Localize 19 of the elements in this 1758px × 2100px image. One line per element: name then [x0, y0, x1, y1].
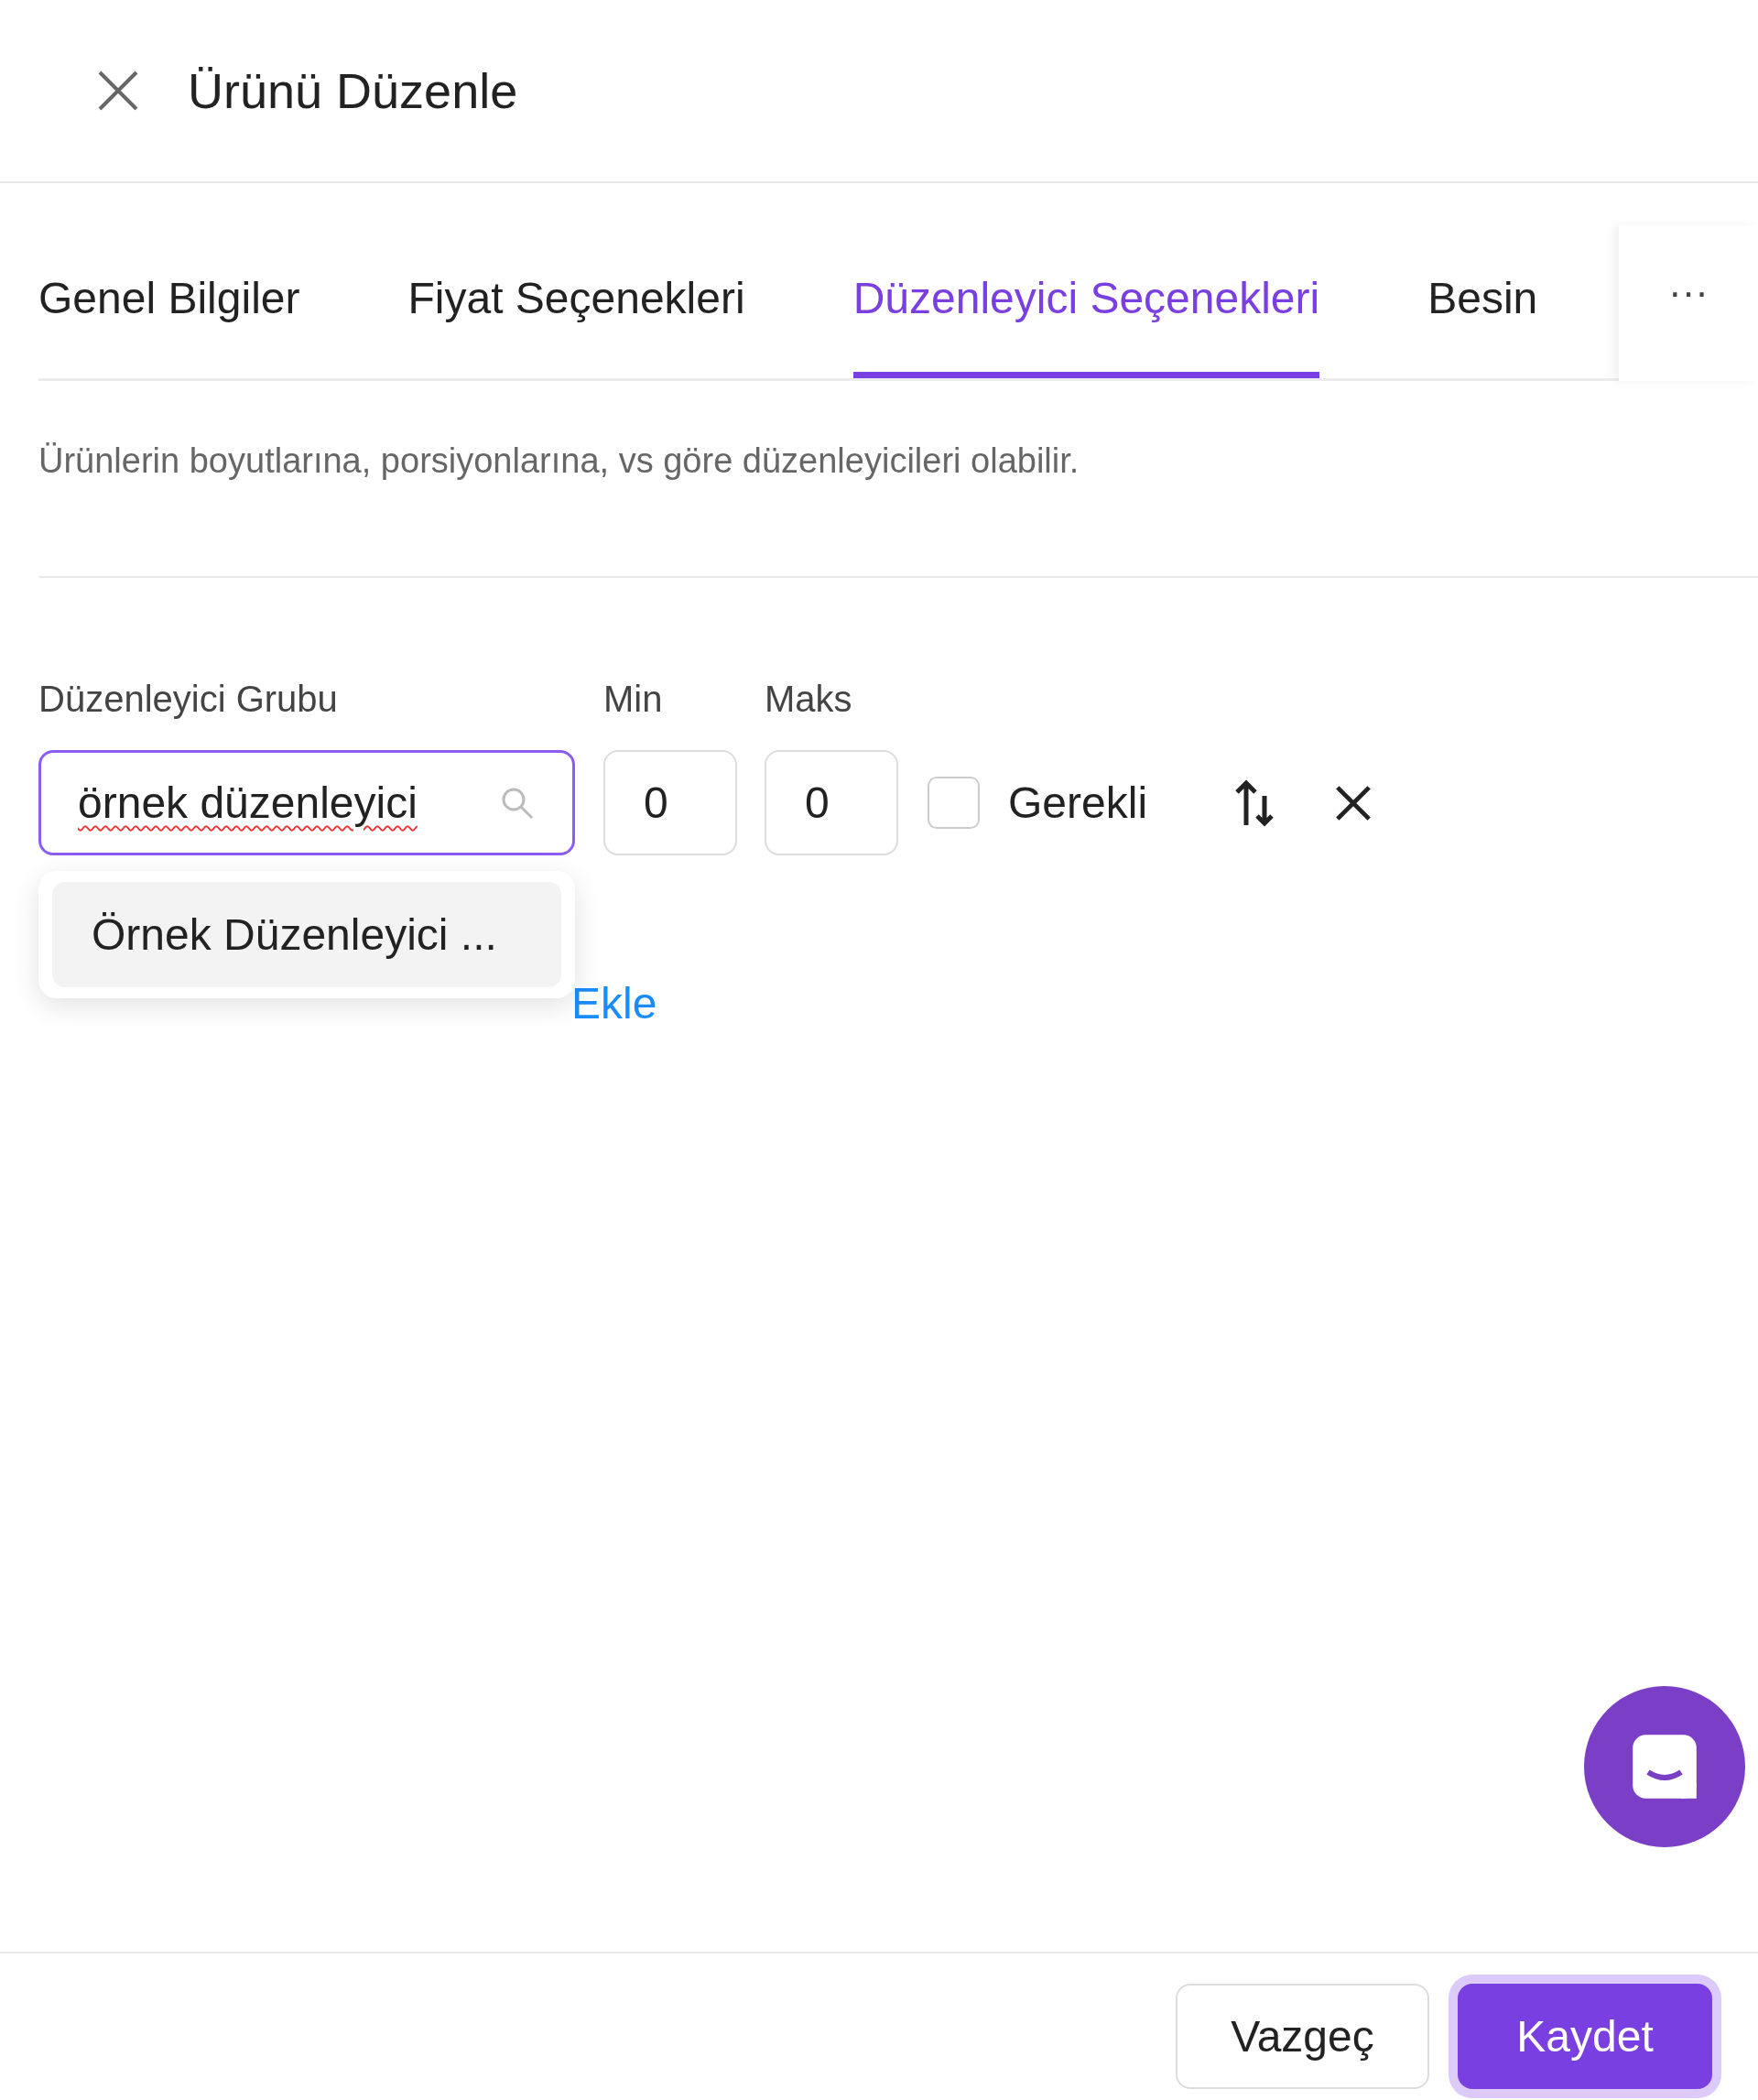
page-title: Ürünü Düzenle	[188, 62, 518, 119]
tab[interactable]: Fiyat Seçenekleri	[407, 225, 745, 378]
min-input[interactable]: 0	[603, 750, 737, 855]
required-checkbox[interactable]	[928, 777, 980, 829]
tab[interactable]: Düzenleyici Seçenekleri	[852, 225, 1320, 378]
required-label: Gerekli	[1008, 778, 1149, 828]
close-icon[interactable]	[96, 69, 140, 113]
tab[interactable]: Besin	[1427, 225, 1538, 378]
description: Ürünlerin boyutlarına, porsiyonlarına, vs göre düzenleyicileri olabilir.	[38, 441, 1080, 481]
field-label: Düzenleyici Grubu	[38, 679, 339, 720]
field-label: Min	[603, 679, 664, 720]
cancel-button[interactable]: Vazgeç	[1176, 1983, 1429, 2089]
dropdown-option[interactable]: Örnek Düzenleyici ...	[52, 882, 561, 987]
field-label: Maks	[765, 679, 852, 720]
more-tabs-button[interactable]: ···	[1668, 269, 1709, 324]
remove-icon[interactable]	[1334, 783, 1373, 822]
max-input[interactable]: 0	[765, 750, 898, 855]
search-field[interactable]: örnek düzenleyici	[38, 750, 575, 855]
tab[interactable]: Genel Bilgiler	[38, 225, 300, 378]
